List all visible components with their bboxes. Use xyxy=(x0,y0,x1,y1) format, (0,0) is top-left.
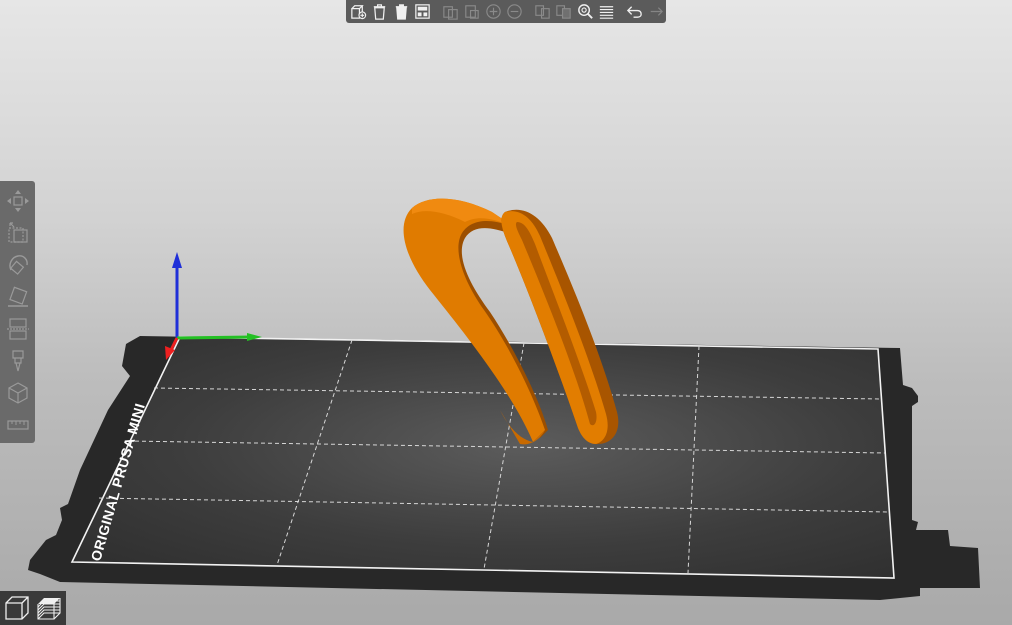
add-instance-icon[interactable] xyxy=(483,1,503,22)
paint-supports-icon[interactable] xyxy=(2,345,33,377)
split-parts-icon[interactable] xyxy=(553,1,573,22)
rotate-icon[interactable] xyxy=(2,249,33,281)
3d-scene[interactable]: ORIGINAL PRUSA MINI xyxy=(0,0,1012,625)
place-on-face-icon[interactable] xyxy=(2,281,33,313)
3d-view-icon[interactable] xyxy=(2,593,32,623)
print-bed xyxy=(70,336,895,579)
move-icon[interactable] xyxy=(2,185,33,217)
add-icon[interactable] xyxy=(348,1,368,22)
delete-all-icon[interactable] xyxy=(391,1,411,22)
preview-layers-icon[interactable] xyxy=(34,593,64,623)
search-icon[interactable] xyxy=(575,1,595,22)
remove-instance-icon[interactable] xyxy=(504,1,524,22)
top-toolbar xyxy=(346,0,666,23)
cut-icon[interactable] xyxy=(2,313,33,345)
copy-icon[interactable] xyxy=(440,1,460,22)
paste-icon[interactable] xyxy=(461,1,481,22)
scale-icon[interactable] xyxy=(2,217,33,249)
seam-painting-icon[interactable] xyxy=(2,377,33,409)
arrange-icon[interactable] xyxy=(412,1,432,22)
view-toggle xyxy=(0,591,66,625)
measure-icon[interactable] xyxy=(2,409,33,441)
split-objects-icon[interactable] xyxy=(532,1,552,22)
undo-icon[interactable] xyxy=(624,1,644,22)
redo-icon[interactable] xyxy=(645,1,665,22)
left-toolbar xyxy=(0,181,35,443)
delete-icon[interactable] xyxy=(369,1,389,22)
layers-editing-icon[interactable] xyxy=(596,1,616,22)
